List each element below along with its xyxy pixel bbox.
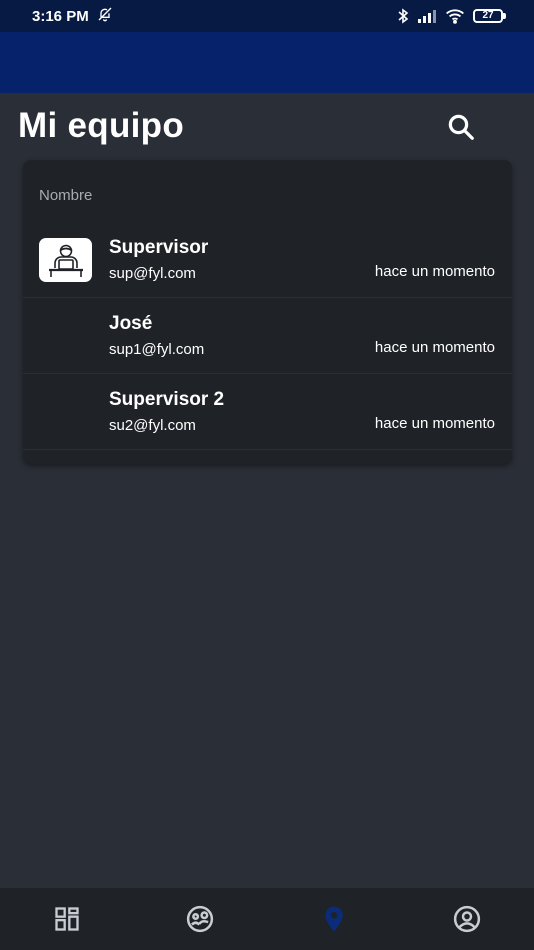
- member-last-seen: hace un momento: [374, 263, 495, 280]
- team-list-card: Nombre Supervisor sup@fyl.com hace un mo…: [23, 160, 512, 464]
- nav-dashboard[interactable]: [0, 888, 134, 950]
- battery-icon: 27: [473, 9, 506, 23]
- member-email: sup@fyl.com: [109, 265, 196, 282]
- nav-map[interactable]: [267, 888, 401, 950]
- status-bar: 3:16 PM 27: [0, 0, 534, 32]
- location-pin-icon: [325, 906, 343, 932]
- status-right: 27: [397, 8, 506, 24]
- member-name: Supervisor 2: [109, 389, 225, 410]
- table-row[interactable]: Supervisor sup@fyl.com hace un momento: [23, 222, 512, 298]
- team-icon: [187, 905, 214, 933]
- table-row[interactable]: José sup1@fyl.com hace un momento: [23, 298, 512, 374]
- search-button[interactable]: [442, 108, 480, 146]
- member-email: su2@fyl.com: [109, 417, 196, 434]
- dashboard-icon: [55, 907, 79, 931]
- member-last-seen: hace un momento: [374, 339, 495, 356]
- bluetooth-icon: [397, 8, 409, 24]
- nav-team[interactable]: [134, 888, 268, 950]
- search-icon: [448, 114, 474, 140]
- nav-account[interactable]: [401, 888, 534, 950]
- bell-off-icon: [97, 6, 113, 26]
- account-icon: [454, 905, 481, 933]
- row-divider: [23, 449, 512, 450]
- battery-tip: [503, 13, 506, 19]
- member-email: sup1@fyl.com: [109, 341, 205, 358]
- column-header-name: Nombre: [39, 187, 93, 204]
- battery-level: 27: [473, 9, 503, 23]
- app-bar: [0, 32, 534, 93]
- member-last-seen: hace un momento: [374, 415, 495, 432]
- signal-icon: [417, 9, 437, 23]
- table-row[interactable]: Supervisor 2 su2@fyl.com hace un momento: [23, 374, 512, 450]
- avatar: [39, 238, 92, 282]
- bottom-nav: [0, 888, 534, 950]
- user-at-desk-icon: [48, 244, 83, 277]
- status-time: 3:16 PM: [32, 7, 89, 25]
- wifi-icon: [445, 8, 465, 24]
- page-title: Mi equipo: [18, 106, 185, 145]
- member-name: Supervisor: [109, 237, 209, 258]
- member-name: José: [109, 313, 153, 334]
- status-left: 3:16 PM: [32, 6, 113, 26]
